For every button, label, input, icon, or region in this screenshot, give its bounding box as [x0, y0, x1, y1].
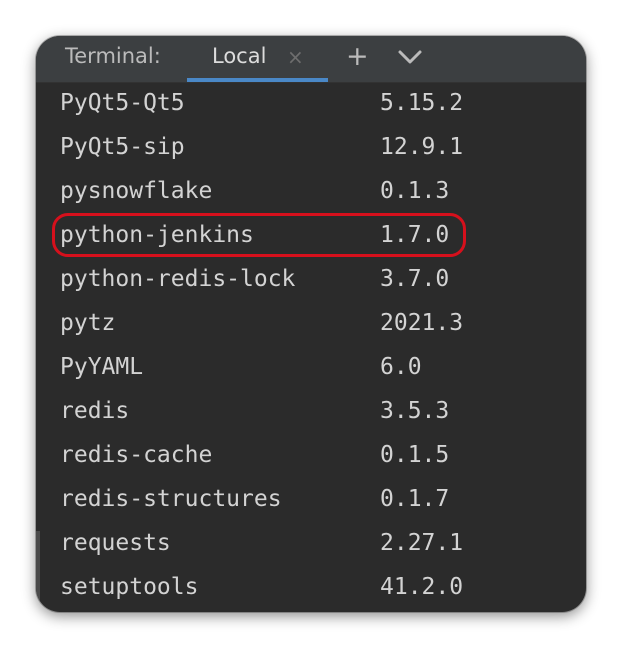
- package-row: redis 3.5.3: [36, 391, 586, 435]
- terminal-tab-bar: Terminal: Local × +: [36, 36, 586, 83]
- package-version: 5.15.2: [380, 90, 464, 116]
- package-name: PyQt5-Qt5: [60, 90, 185, 116]
- package-row: PyYAML 6.0: [36, 347, 586, 391]
- package-row: PyQt5-Qt5 5.15.2: [36, 83, 586, 127]
- package-name: pytz: [60, 310, 116, 336]
- tab-local[interactable]: Local ×: [187, 36, 328, 82]
- package-name: redis-cache: [60, 442, 213, 468]
- package-row: pysnowflake 0.1.3: [36, 171, 586, 215]
- package-version: 2.27.1: [380, 530, 464, 556]
- package-row: setuptools 41.2.0: [36, 567, 586, 611]
- package-version: 12.9.1: [380, 134, 464, 160]
- close-icon[interactable]: ×: [287, 45, 304, 69]
- tab-local-label: Local: [212, 44, 267, 68]
- package-row: pytz 2021.3: [36, 303, 586, 347]
- package-name: python-redis-lock: [60, 266, 296, 292]
- package-name: setuptools: [60, 574, 199, 600]
- package-name: pysnowflake: [60, 178, 213, 204]
- package-name: redis: [60, 398, 130, 424]
- package-version: 3.5.3: [380, 398, 450, 424]
- package-row: PyQt5-sip 12.9.1: [36, 127, 586, 171]
- package-row: redis-structures 0.1.7: [36, 479, 586, 523]
- terminal-window: Terminal: Local × + PyQt5-Qt5 5.15.2 PyQ…: [36, 36, 586, 612]
- package-name: redis-structures: [60, 486, 282, 512]
- package-name: requests: [60, 530, 171, 556]
- package-version: 3.7.0: [380, 266, 450, 292]
- package-row: redis-cache 0.1.5: [36, 435, 586, 479]
- highlight-box: [52, 213, 466, 257]
- package-row: python-redis-lock 3.7.0: [36, 259, 586, 303]
- active-tab-indicator: [187, 78, 328, 82]
- chevron-down-icon[interactable]: [397, 46, 423, 68]
- package-version: 41.2.0: [380, 574, 464, 600]
- package-row: requests 2.27.1: [36, 523, 586, 567]
- terminal-title: Terminal:: [65, 44, 161, 68]
- package-name: PyQt5-sip: [60, 134, 185, 160]
- terminal-output[interactable]: PyQt5-Qt5 5.15.2 PyQt5-sip 12.9.1 pysnow…: [36, 83, 586, 612]
- package-version: 0.1.5: [380, 442, 450, 468]
- package-version: 2021.3: [380, 310, 464, 336]
- package-version: 0.1.3: [380, 178, 450, 204]
- new-tab-button[interactable]: +: [346, 41, 369, 72]
- package-version: 6.0: [380, 354, 422, 380]
- package-name: PyYAML: [60, 354, 144, 380]
- package-version: 0.1.7: [380, 486, 450, 512]
